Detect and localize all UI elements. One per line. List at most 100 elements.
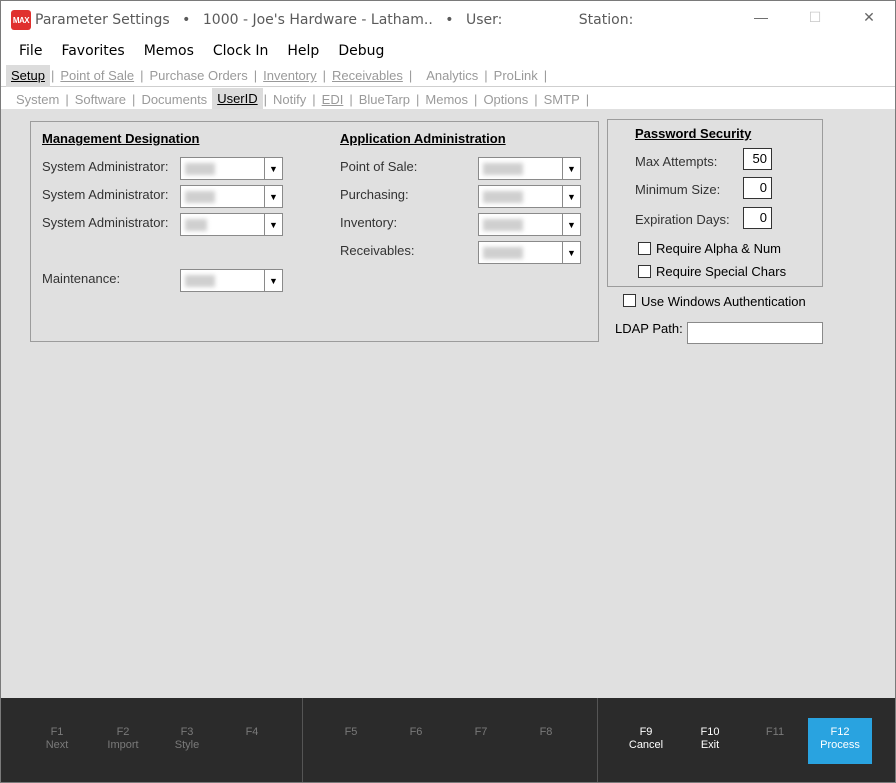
receivables-label: Receivables: xyxy=(340,243,415,258)
dropdown-arrow-icon[interactable]: ▼ xyxy=(264,270,282,291)
fkey-code: F12 xyxy=(830,726,850,738)
minimum-size-label: Minimum Size: xyxy=(635,182,721,197)
sysadmin-select-3[interactable]: ▼ xyxy=(180,213,283,236)
require-alpha-checkbox[interactable] xyxy=(638,242,651,255)
redacted-value xyxy=(185,191,215,203)
title-separator: • xyxy=(182,12,191,28)
tab-system[interactable]: System xyxy=(11,92,64,107)
f5-button[interactable]: F5 xyxy=(319,718,383,764)
tab-edi[interactable]: EDI xyxy=(317,92,349,107)
redacted-value xyxy=(185,275,215,287)
f7-button[interactable]: F7 xyxy=(449,718,513,764)
fkey-code: F9 xyxy=(639,726,653,738)
tab-software[interactable]: Software xyxy=(70,92,131,107)
app-name: Parameter Settings xyxy=(35,12,170,28)
f4-button[interactable]: F4 xyxy=(220,718,284,764)
ldap-path-input[interactable] xyxy=(687,322,823,344)
f3-style-button[interactable]: F3 Style xyxy=(155,718,219,764)
password-security-group: Password Security Max Attempts: 50 Minim… xyxy=(607,119,823,287)
point-of-sale-select[interactable]: ▼ xyxy=(478,157,581,180)
maintenance-label: Maintenance: xyxy=(42,271,121,286)
dropdown-arrow-icon[interactable]: ▼ xyxy=(264,186,282,207)
dropdown-arrow-icon[interactable]: ▼ xyxy=(264,214,282,235)
tab-row-sub: System | Software | Documents UserID | N… xyxy=(1,88,895,110)
fkey-code: F8 xyxy=(539,726,553,738)
max-attempts-input[interactable]: 50 xyxy=(743,148,772,170)
windows-auth-label: Use Windows Authentication xyxy=(641,294,806,309)
title-separator: • xyxy=(445,12,454,28)
tab-documents[interactable]: Documents xyxy=(136,92,212,107)
menu-help[interactable]: Help xyxy=(287,43,319,59)
point-of-sale-label: Point of Sale: xyxy=(340,159,418,174)
f12-process-button[interactable]: F12 Process xyxy=(808,718,872,764)
sysadmin-select-1[interactable]: ▼ xyxy=(180,157,283,180)
menu-favorites[interactable]: Favorites xyxy=(61,43,124,59)
maintenance-select[interactable]: ▼ xyxy=(180,269,283,292)
tab-analytics[interactable]: Analytics xyxy=(421,68,483,83)
expiration-days-label: Expiration Days: xyxy=(635,212,730,227)
dropdown-arrow-icon[interactable]: ▼ xyxy=(562,158,580,179)
tab-userid[interactable]: UserID xyxy=(212,88,263,110)
redacted-value xyxy=(185,219,207,231)
minimum-size-input[interactable]: 0 xyxy=(743,177,772,199)
menu-memos[interactable]: Memos xyxy=(144,43,194,59)
window-title: Parameter Settings • 1000 - Joe's Hardwa… xyxy=(35,12,633,28)
tab-purchase-orders[interactable]: Purchase Orders xyxy=(144,68,252,83)
tab-inventory[interactable]: Inventory xyxy=(258,68,321,83)
windows-auth-checkbox[interactable] xyxy=(623,294,636,307)
receivables-select[interactable]: ▼ xyxy=(478,241,581,264)
fkey-code: F10 xyxy=(700,726,720,738)
dropdown-arrow-icon[interactable]: ▼ xyxy=(562,186,580,207)
close-icon[interactable]: ✕ xyxy=(859,9,879,26)
fkey-code: F11 xyxy=(765,726,785,738)
tab-memos[interactable]: Memos xyxy=(420,92,473,107)
expiration-days-input[interactable]: 0 xyxy=(743,207,772,229)
f1-next-button[interactable]: F1 Next xyxy=(25,718,89,764)
tab-notify[interactable]: Notify xyxy=(268,92,311,107)
sysadmin-select-2[interactable]: ▼ xyxy=(180,185,283,208)
f10-exit-button[interactable]: F10 Exit xyxy=(678,718,742,764)
f9-cancel-button[interactable]: F9 Cancel xyxy=(614,718,678,764)
management-designation-title: Management Designation xyxy=(42,131,200,146)
station-label: Station: xyxy=(578,12,634,28)
tab-divider: | xyxy=(543,68,548,83)
menu-debug[interactable]: Debug xyxy=(338,43,384,59)
password-security-title: Password Security xyxy=(635,126,752,141)
dropdown-arrow-icon[interactable]: ▼ xyxy=(562,214,580,235)
f2-import-button[interactable]: F2 Import xyxy=(91,718,155,764)
application-administration-title: Application Administration xyxy=(340,131,506,146)
tab-receivables[interactable]: Receivables xyxy=(327,68,408,83)
menu-clock-in[interactable]: Clock In xyxy=(213,43,269,59)
menu-file[interactable]: File xyxy=(19,43,42,59)
tab-setup[interactable]: Setup xyxy=(6,64,50,87)
tab-options[interactable]: Options xyxy=(478,92,533,107)
title-bar: MAX Parameter Settings • 1000 - Joe's Ha… xyxy=(1,1,895,39)
purchasing-select[interactable]: ▼ xyxy=(478,185,581,208)
settings-panel: Management Designation Application Admin… xyxy=(1,109,895,698)
f6-button[interactable]: F6 xyxy=(384,718,448,764)
fkey-label: Exit xyxy=(700,739,720,751)
f11-button[interactable]: F11 xyxy=(743,718,807,764)
dropdown-arrow-icon[interactable]: ▼ xyxy=(264,158,282,179)
minimize-icon[interactable]: — xyxy=(751,9,771,25)
tab-divider: | xyxy=(408,68,413,83)
store-name: 1000 - Joe's Hardware - Latham.. xyxy=(202,12,433,28)
user-label: User: xyxy=(465,12,503,28)
sysadmin-label-2: System Administrator: xyxy=(42,187,169,202)
fkey-label: Import xyxy=(107,739,139,751)
sysadmin-label-1: System Administrator: xyxy=(42,159,169,174)
tab-bluetarp[interactable]: BlueTarp xyxy=(354,92,415,107)
fkey-label: Style xyxy=(174,739,200,751)
tab-prolink[interactable]: ProLink xyxy=(489,68,543,83)
tab-point-of-sale[interactable]: Point of Sale xyxy=(55,68,139,83)
maximize-icon[interactable]: ☐ xyxy=(805,9,825,26)
require-alpha-label: Require Alpha & Num xyxy=(656,241,782,256)
fkey-label: Cancel xyxy=(628,739,664,751)
require-special-checkbox[interactable] xyxy=(638,265,651,278)
menu-bar: File Favorites Memos Clock In Help Debug xyxy=(1,39,895,63)
tab-smtp[interactable]: SMTP xyxy=(539,92,585,107)
inventory-select[interactable]: ▼ xyxy=(478,213,581,236)
f8-button[interactable]: F8 xyxy=(514,718,578,764)
redacted-value xyxy=(483,163,523,175)
dropdown-arrow-icon[interactable]: ▼ xyxy=(562,242,580,263)
